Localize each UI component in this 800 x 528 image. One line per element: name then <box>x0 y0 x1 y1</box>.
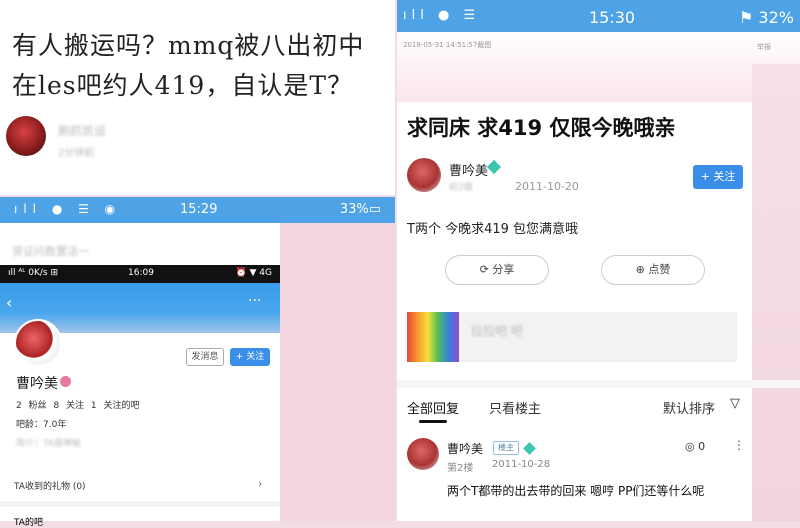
inner-status-right: ⏰ ▼ 4G <box>235 268 272 278</box>
reply-author-name[interactable]: 曹吟美 <box>447 440 483 457</box>
note-avatar <box>6 116 46 156</box>
note-time: 2分钟前 <box>58 148 95 159</box>
battery-indicator: 33%▭ <box>339 202 381 217</box>
reply-floor: 第2楼 <box>447 463 474 474</box>
sort-dropdown[interactable]: 默认排序 <box>663 398 715 417</box>
profile-stats: 2 粉丝 8 关注 1 关注的吧 <box>16 401 140 411</box>
author-avatar[interactable] <box>407 158 441 192</box>
message-button[interactable]: 发消息 <box>186 348 224 366</box>
status-bar: ıll ● ☰ ◉ 15:29 33%▭ <box>0 197 395 223</box>
more-options-icon[interactable]: ⋮ <box>733 438 745 452</box>
back-arrow-icon[interactable]: ‹ <box>6 293 12 312</box>
author-level: 初2楼 <box>449 183 473 193</box>
status-icons: ıll ● ☰ ◉ <box>14 202 122 216</box>
tab-all-replies[interactable]: 全部回复 <box>407 398 459 417</box>
status-icons: ıll ● ☰ <box>403 8 481 23</box>
gender-badge-icon <box>60 376 71 387</box>
divider <box>0 501 280 507</box>
profile-age: 吧龄：7.0年 <box>16 420 67 430</box>
battery-indicator: ⚑ 32% <box>739 8 794 27</box>
active-tab-indicator <box>419 420 447 423</box>
forum-name: 拉拉吧 吧 <box>471 324 523 338</box>
note-username: 刷抓凯设 <box>58 124 107 138</box>
note-text-line1: 有人搬运吗？mmq被八出初中 <box>12 31 365 60</box>
blurred-top-line: 贤证问数置活一 <box>12 245 89 258</box>
status-bar: ıll ● ☰ 15:30 ⚑ 32% <box>397 0 800 32</box>
note-text-line2: 在les吧约人419，自认是T？ <box>12 71 354 100</box>
follow-button[interactable]: + 关注 <box>230 348 270 366</box>
left-phone-screenshot: ıll ● ☰ ◉ 15:29 33%▭ 贤证问数置活一 ıll ᴬᴸ 0K/s… <box>0 197 395 528</box>
post-date: 2011-10-20 <box>515 180 579 193</box>
right-phone-screenshot: ıll ● ☰ 15:30 ⚑ 32% 2018-05-31 14:51:57截… <box>397 0 800 521</box>
chevron-right-icon: › <box>258 477 263 490</box>
status-time: 15:29 <box>180 202 218 217</box>
post-body: T两个 今晚求419 包您满意哦 <box>407 222 579 237</box>
more-icon[interactable]: ··· <box>248 293 261 309</box>
reply-avatar[interactable] <box>407 438 439 470</box>
filter-icon[interactable]: ▽ <box>730 396 740 411</box>
diamond-badge-icon <box>486 159 502 175</box>
status-time: 15:30 <box>589 8 636 27</box>
op-tag-badge: 楼主 <box>493 441 519 455</box>
follow-button[interactable]: + 关注 <box>693 165 743 189</box>
screenshot-watermark: 2018-05-31 14:51:57截图 <box>403 41 492 49</box>
forum-rainbow-image <box>407 312 459 362</box>
like-button[interactable]: ⊕ 点赞 <box>601 255 705 285</box>
reply-date: 2011-10-28 <box>492 459 551 470</box>
inner-status-bar: ıll ᴬᴸ 0K/s ⊞ 16:09 ⏰ ▼ 4G <box>0 265 280 283</box>
author-name[interactable]: 曹吟美 <box>449 160 488 179</box>
section-divider <box>397 380 800 388</box>
profile-name: 曹吟美 <box>16 376 58 392</box>
inner-status-time: 16:09 <box>128 268 154 278</box>
reply-text: 两个T都带的出去带的回来 嗯哼 PP们还等什么呢 <box>447 484 705 498</box>
profile-intro: 简介：TA很神秘 <box>16 439 81 449</box>
tab-op-only[interactable]: 只看楼主 <box>489 398 541 417</box>
post-title: 求同床 求419 仅限今晚哦亲 <box>407 116 676 140</box>
inner-status-left: ıll ᴬᴸ 0K/s ⊞ <box>8 268 59 278</box>
share-button[interactable]: ⟳ 分享 <box>445 255 549 285</box>
reply-like-count[interactable]: ◎ 0 <box>685 440 705 453</box>
diamond-badge-icon <box>523 442 536 455</box>
profile-avatar <box>14 319 62 367</box>
forums-row[interactable]: TA的吧 <box>14 515 43 528</box>
report-link[interactable]: 举报 <box>757 42 771 52</box>
side-strip <box>752 64 800 521</box>
profile-screenshot: 贤证问数置活一 ıll ᴬᴸ 0K/s ⊞ 16:09 ⏰ ▼ 4G ‹ ···… <box>0 223 280 528</box>
gifts-row[interactable]: TA收到的礼物 (0) <box>14 479 86 492</box>
